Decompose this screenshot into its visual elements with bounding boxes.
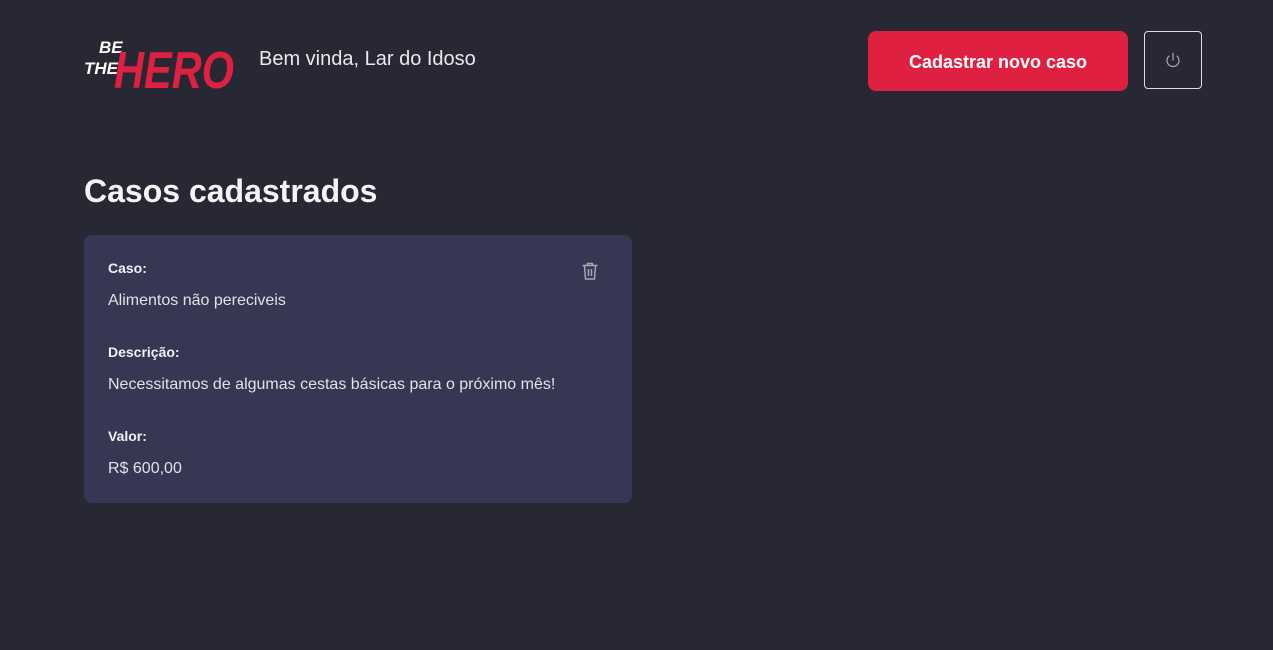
value-label: Valor: — [108, 428, 147, 444]
header: BE THE HERO Bem vinda, Lar do Idoso Cada… — [84, 28, 1204, 94]
new-case-button[interactable]: Cadastrar novo caso — [868, 31, 1128, 91]
page: BE THE HERO Bem vinda, Lar do Idoso Cada… — [0, 0, 1273, 650]
greeting-text: Bem vinda, Lar do Idoso — [259, 48, 476, 70]
description-value: Necessitamos de algumas cestas básicas p… — [108, 376, 556, 393]
power-icon — [1166, 52, 1180, 68]
value-amount: R$ 600,00 — [108, 460, 182, 477]
logo-text-hero: HERO — [114, 42, 234, 94]
page-title: Casos cadastrados — [84, 173, 378, 209]
description-label: Descrição: — [108, 344, 180, 360]
case-label: Caso: — [108, 260, 147, 276]
be-the-hero-logo: BE THE HERO — [84, 38, 234, 94]
case-card: Caso: Alimentos não pereciveis Descrição… — [84, 235, 632, 503]
trash-icon — [582, 262, 598, 280]
logout-button[interactable] — [1144, 31, 1202, 89]
case-value: Alimentos não pereciveis — [108, 292, 286, 309]
delete-case-button[interactable] — [578, 259, 602, 283]
